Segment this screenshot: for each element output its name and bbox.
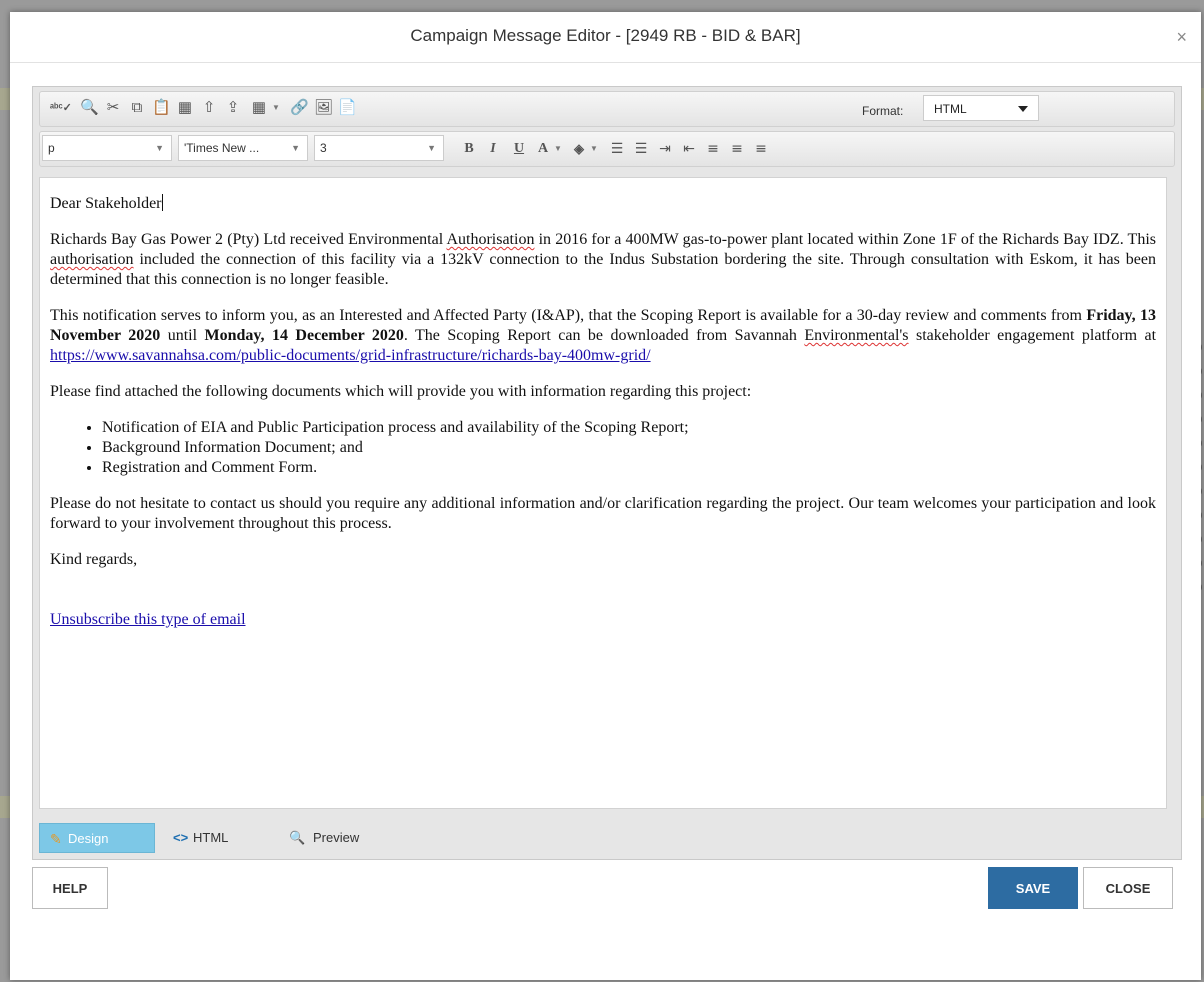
magnifier-icon: 🔍 [289, 830, 306, 845]
tab-preview[interactable]: 🔍 Preview [289, 823, 359, 853]
attachment-list: Notification of EIA and Public Participa… [50, 418, 1156, 478]
list-item: Background Information Document; and [102, 438, 1156, 458]
tab-html[interactable]: <> HTML [173, 823, 228, 853]
greeting: Dear Stakeholder [50, 194, 163, 212]
pencil-icon: ✎ [50, 831, 62, 847]
font-size-select[interactable]: 3 ▼ [314, 135, 444, 161]
save-button[interactable]: SAVE [988, 867, 1078, 909]
editor-toolbar-top: ᵃᵇᶜ✓ 🔍 ✂ ⧉ 📋 ▦ ⇧ ⇪ ▦ ▼ 🔗 🖼 📄 Format: HTM… [39, 91, 1175, 127]
paragraph-style-select[interactable]: p ▼ [42, 135, 172, 161]
italic-icon[interactable]: I [484, 140, 502, 158]
image-manager-icon[interactable]: 🖼 [314, 99, 333, 117]
hyperlink-icon[interactable]: 🔗 [290, 99, 309, 117]
bold-icon[interactable]: B [460, 140, 478, 158]
table-dropdown-icon[interactable]: ▼ [272, 103, 280, 112]
rich-text-editor: ᵃᵇᶜ✓ 🔍 ✂ ⧉ 📋 ▦ ⇧ ⇪ ▦ ▼ 🔗 🖼 📄 Format: HTM… [32, 86, 1182, 860]
font-color-icon[interactable]: A [534, 140, 552, 158]
unsubscribe-paragraph: Unsubscribe this type of email [50, 610, 1156, 630]
paragraph-3: Please find attached the following docum… [50, 383, 752, 400]
indent-icon[interactable]: ⇥ [656, 140, 674, 158]
campaign-message-editor-dialog: Campaign Message Editor - [2949 RB - BID… [10, 12, 1201, 980]
editor-mode-bar: ✎ Design <> HTML 🔍 Preview [33, 821, 1181, 857]
outdent-icon[interactable]: ⇤ [680, 140, 698, 158]
dialog-header: Campaign Message Editor - [2949 RB - BID… [10, 12, 1201, 63]
insert-anchor-icon[interactable]: ⇧ [200, 99, 218, 117]
chevron-down-icon: ▼ [155, 143, 164, 153]
paste-icon[interactable]: 📋 [152, 99, 171, 117]
list-item: Notification of EIA and Public Participa… [102, 418, 1156, 438]
find-binoculars-icon[interactable]: 🔍 [80, 99, 99, 117]
tab-design[interactable]: ✎ Design [39, 823, 155, 853]
paragraph-1: Richards Bay Gas Power 2 (Pty) Ltd recei… [50, 231, 1157, 288]
underline-icon[interactable]: U [510, 140, 528, 158]
help-button[interactable]: HELP [32, 867, 108, 909]
spellcheck-icon[interactable]: ᵃᵇᶜ✓ [50, 99, 72, 117]
bulleted-list-icon[interactable]: ☰ [632, 140, 650, 158]
editor-content-area[interactable]: Dear Stakeholder Richards Bay Gas Power … [39, 177, 1167, 809]
align-right-icon[interactable]: ≡ [752, 140, 770, 158]
paragraph-2: This notification serves to inform you, … [50, 307, 1157, 364]
text-cursor [161, 194, 163, 211]
font-family-select[interactable]: 'Times New ... ▼ [178, 135, 308, 161]
insert-table-icon[interactable]: ▦ [250, 99, 268, 117]
highlight-dropdown-icon[interactable]: ▼ [590, 144, 598, 153]
align-left-icon[interactable]: ≡ [704, 140, 722, 158]
template-manager-icon[interactable]: 📄 [338, 99, 357, 117]
closing: Kind regards, [50, 551, 138, 568]
paragraph-4: Please do not hesitate to contact us sho… [50, 495, 1156, 532]
insert-symbol-icon[interactable]: ⇪ [224, 99, 242, 117]
chevron-down-icon: ▼ [427, 143, 436, 153]
close-button[interactable]: CLOSE [1083, 867, 1173, 909]
align-center-icon[interactable]: ≡ [728, 140, 746, 158]
paste-from-word-icon[interactable]: ▦ [176, 99, 194, 117]
copy-icon[interactable]: ⧉ [128, 99, 146, 117]
editor-toolbar-formatting: p ▼ 'Times New ... ▼ 3 ▼ B I U A ▼ ◈ ▼ ☰… [39, 131, 1175, 167]
format-label: Format: [862, 104, 904, 118]
highlight-icon[interactable]: ◈ [570, 140, 588, 158]
cut-icon[interactable]: ✂ [104, 99, 122, 117]
font-color-dropdown-icon[interactable]: ▼ [554, 144, 562, 153]
code-icon: <> [173, 830, 189, 845]
chevron-down-icon [1018, 106, 1028, 112]
unsubscribe-link[interactable]: Unsubscribe this type of email [50, 611, 246, 628]
list-item: Registration and Comment Form. [102, 458, 1156, 478]
scoping-report-link[interactable]: https://www.savannahsa.com/public-docume… [50, 347, 651, 364]
dialog-title: Campaign Message Editor - [2949 RB - BID… [410, 26, 801, 45]
close-icon[interactable]: × [1176, 28, 1187, 46]
numbered-list-icon[interactable]: ☰ [608, 140, 626, 158]
format-select[interactable]: HTML [923, 95, 1039, 121]
chevron-down-icon: ▼ [291, 143, 300, 153]
